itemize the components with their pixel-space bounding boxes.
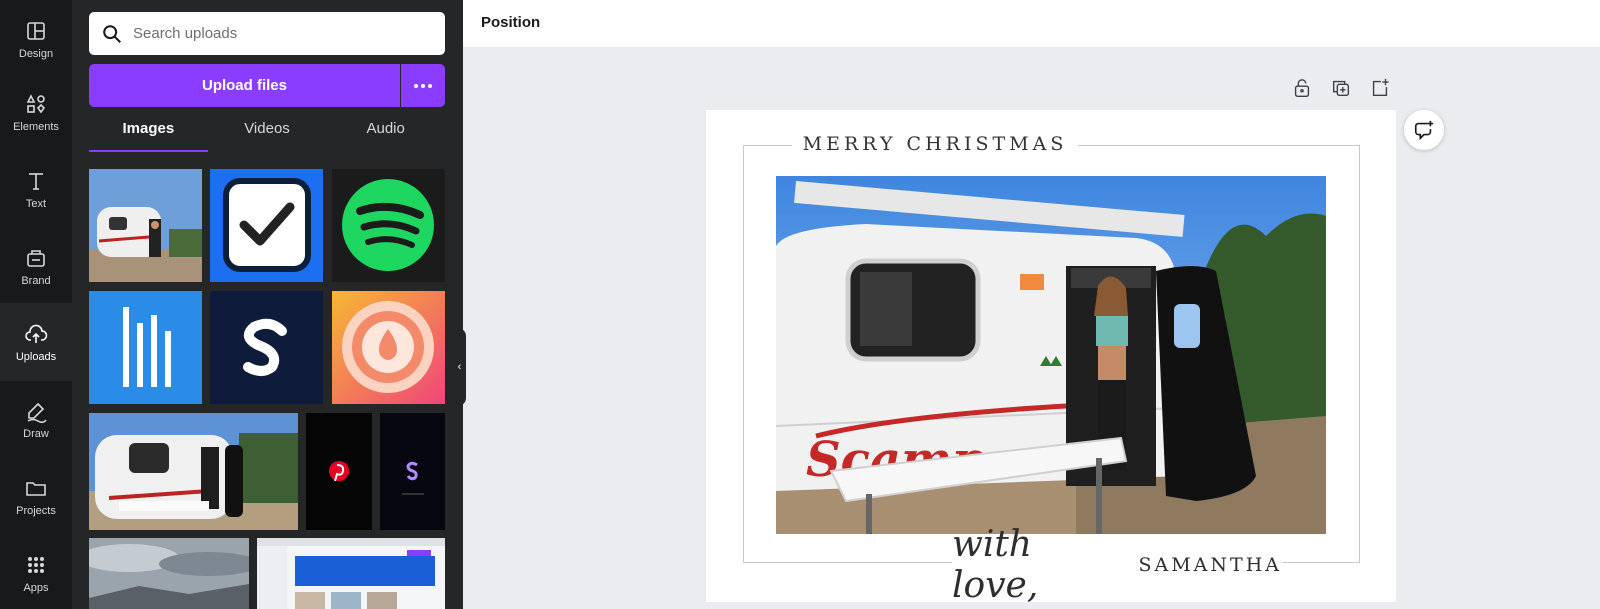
- rail-label: Apps: [23, 581, 49, 594]
- grid-icon: [28, 556, 44, 573]
- sidebar-rail: Design Elements Text Brand Uploads Draw …: [0, 0, 72, 609]
- chevron-left-icon: ‹: [457, 361, 462, 373]
- position-button[interactable]: Position: [481, 14, 540, 31]
- thumbnail-pinterest-video[interactable]: [306, 413, 372, 530]
- brand-icon: [27, 249, 45, 267]
- layout-icon: [27, 21, 45, 40]
- card-photo[interactable]: Scamp: [776, 176, 1326, 534]
- thumbnail-sky-photo[interactable]: [89, 538, 249, 609]
- rail-item-elements[interactable]: Elements: [0, 73, 72, 151]
- editor-topbar: Position: [463, 0, 1600, 47]
- rail-label: Design: [18, 47, 54, 60]
- rail-item-brand[interactable]: Brand: [0, 227, 72, 305]
- search-icon: [103, 24, 121, 43]
- add-page-icon: [1372, 78, 1389, 97]
- cloud-upload-icon: [25, 324, 48, 343]
- rail-item-projects[interactable]: Projects: [0, 457, 72, 535]
- rail-label: Elements: [13, 120, 59, 133]
- lock-button[interactable]: [1291, 77, 1313, 99]
- more-options-button[interactable]: [401, 64, 445, 107]
- upload-files-button[interactable]: Upload files: [89, 64, 400, 107]
- dot: [414, 83, 418, 88]
- card-title[interactable]: MERRY CHRISTMAS: [792, 133, 1078, 155]
- uploads-panel: Upload files Images Videos Audio: [72, 0, 463, 609]
- tab-videos[interactable]: Videos: [208, 114, 327, 152]
- thumbnail-s-logo[interactable]: [210, 291, 323, 404]
- duplicate-icon: [1332, 80, 1350, 97]
- thumbnail-spotify-logo[interactable]: [332, 169, 445, 282]
- thumbnail-screenshot[interactable]: [257, 538, 445, 609]
- thumbnail-camper-photo[interactable]: [89, 169, 202, 282]
- add-comment-button[interactable]: [1404, 110, 1444, 150]
- dot: [421, 83, 425, 88]
- tab-images[interactable]: Images: [89, 114, 208, 152]
- design-page[interactable]: MERRY CHRISTMAS Scamp with love, SAMANTH…: [706, 110, 1396, 606]
- pen-icon: [27, 402, 47, 423]
- thumbnail-striped-logo[interactable]: [89, 291, 202, 404]
- rail-item-draw[interactable]: Draw: [0, 380, 72, 458]
- dot: [428, 83, 432, 88]
- comment-icon: [1414, 120, 1434, 141]
- thumbnail-checkbox-app-logo[interactable]: [210, 169, 323, 282]
- add-page-button[interactable]: [1369, 77, 1391, 99]
- folder-icon: [26, 481, 46, 496]
- collapse-panel-handle[interactable]: ‹: [453, 328, 466, 406]
- media-tabs: Images Videos Audio: [89, 114, 445, 152]
- duplicate-page-button[interactable]: [1330, 77, 1352, 99]
- rail-item-apps[interactable]: Apps: [0, 534, 72, 609]
- search-input[interactable]: [133, 25, 433, 42]
- lock-icon: [1294, 79, 1310, 97]
- rail-item-text[interactable]: Text: [0, 150, 72, 228]
- rail-label: Brand: [21, 274, 51, 287]
- thumbnail-camper-photo-wide[interactable]: [89, 413, 298, 530]
- signoff-script: with love,: [952, 524, 1039, 606]
- rail-label: Projects: [16, 504, 56, 517]
- search-box[interactable]: [89, 12, 445, 55]
- thumbnail-droplet-logo[interactable]: [332, 291, 445, 404]
- rail-item-uploads[interactable]: Uploads: [0, 303, 72, 381]
- shapes-icon: [26, 93, 46, 113]
- rail-item-design[interactable]: Design: [0, 0, 72, 78]
- thumbnail-s-video[interactable]: [380, 413, 445, 530]
- rail-label: Text: [25, 197, 47, 210]
- rail-label: Draw: [23, 427, 49, 440]
- signoff-text[interactable]: with love, SAMANTHA: [952, 524, 1282, 606]
- text-icon: [29, 172, 43, 190]
- tab-audio[interactable]: Audio: [326, 114, 445, 152]
- signoff-name: SAMANTHA: [1138, 554, 1282, 576]
- rail-label: Uploads: [15, 350, 57, 363]
